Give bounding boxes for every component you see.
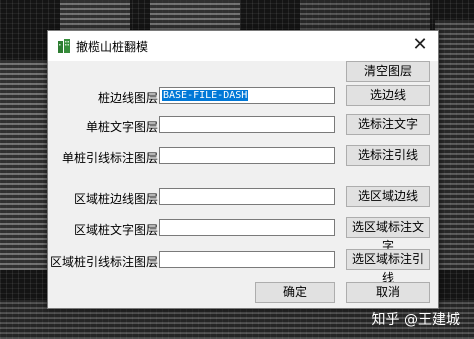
select-label-text-button[interactable]: 选标注文字 <box>346 114 430 135</box>
ok-button[interactable]: 确定 <box>255 282 335 303</box>
single-pile-leader-layer-input[interactable] <box>159 147 335 164</box>
building-render <box>435 20 474 270</box>
pile-edge-layer-input[interactable]: BASE-FILE-DASH <box>159 87 335 104</box>
clear-layers-button[interactable]: 清空图层 <box>346 61 430 82</box>
select-edge-button[interactable]: 选边线 <box>346 85 430 106</box>
watermark: 知乎 @王建城 <box>371 312 460 328</box>
window-title: 撤榄山桩翻模 <box>76 40 149 54</box>
pile-modeling-dialog: 撤榄山桩翻模 ✕ 清空图层 桩边线图层 BASE-FILE-DASH 选边线 单… <box>47 30 439 309</box>
area-pile-leader-layer-label: 区域桩引线标注图层 <box>49 255 158 269</box>
pile-edge-layer-value: BASE-FILE-DASH <box>162 90 249 101</box>
select-area-label-text-button[interactable]: 选区域标注文字 <box>346 217 430 253</box>
select-area-label-leader-button[interactable]: 选区域标注引线 <box>346 249 430 285</box>
area-pile-edge-layer-input[interactable] <box>159 188 335 205</box>
area-pile-text-layer-input[interactable] <box>159 219 335 236</box>
area-pile-leader-layer-input[interactable] <box>159 251 335 268</box>
building-render <box>150 0 240 30</box>
area-pile-text-layer-label: 区域桩文字图层 <box>73 223 158 237</box>
single-pile-leader-layer-label: 单桩引线标注图层 <box>61 151 158 165</box>
building-icon <box>58 39 70 53</box>
select-label-leader-button[interactable]: 选标注引线 <box>346 145 430 166</box>
select-area-edge-button[interactable]: 选区域边线 <box>346 186 430 207</box>
title-bar: 撤榄山桩翻模 ✕ <box>48 31 438 61</box>
area-pile-edge-layer-label: 区域桩边线图层 <box>73 192 158 206</box>
pile-edge-layer-label: 桩边线图层 <box>97 91 158 105</box>
close-icon[interactable]: ✕ <box>408 34 432 56</box>
cancel-button[interactable]: 取消 <box>346 282 430 303</box>
single-pile-text-layer-label: 单桩文字图层 <box>85 120 158 134</box>
building-render <box>300 0 430 30</box>
single-pile-text-layer-input[interactable] <box>159 116 335 133</box>
